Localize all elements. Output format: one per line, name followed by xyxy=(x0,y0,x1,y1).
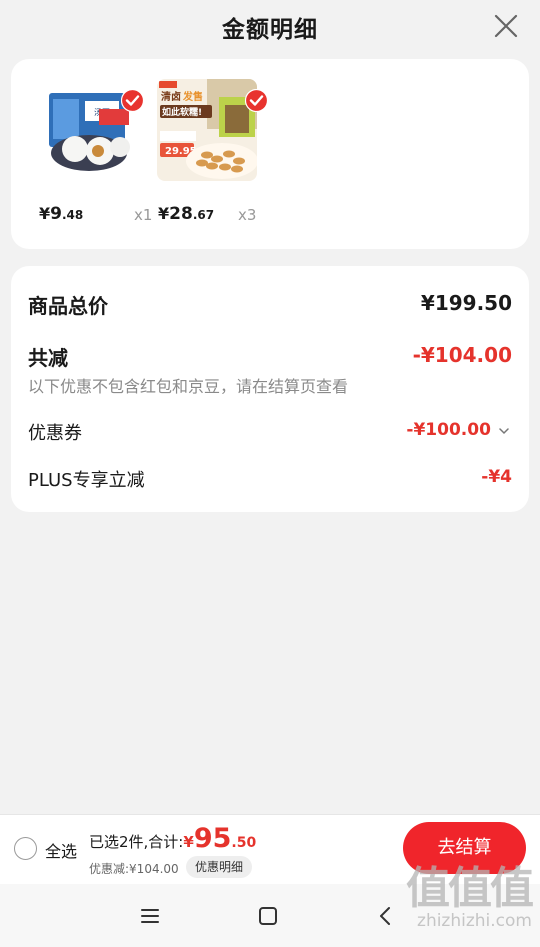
coupon-label[interactable]: 优惠券 xyxy=(28,419,82,445)
selection-summary: 已选2件,合计:¥95.50 xyxy=(89,823,256,854)
total-price-label: 商品总价 xyxy=(28,294,108,318)
image-caption: 清卤 xyxy=(161,90,181,103)
page-title: 金额明细 xyxy=(222,17,318,43)
watermark: 值值值 zhizhizhi.com xyxy=(406,863,534,931)
home-icon[interactable] xyxy=(256,904,280,928)
product-price: ¥28.67 xyxy=(158,204,214,224)
total-integer: 95 xyxy=(193,823,232,854)
price-decimal: .67 xyxy=(192,208,215,222)
image-caption: 发售 xyxy=(182,90,203,103)
header: 金额明细 xyxy=(0,0,540,54)
back-icon[interactable] xyxy=(374,904,398,928)
selected-check-icon[interactable] xyxy=(245,89,268,112)
price-symbol: ¥ xyxy=(39,204,51,223)
discount-value: -¥104.00 xyxy=(412,343,512,367)
discount-detail-button[interactable]: 优惠明细 xyxy=(186,856,253,878)
menu-icon[interactable] xyxy=(138,904,162,928)
discount-label: 共减 xyxy=(28,346,68,370)
chevron-down-icon[interactable] xyxy=(498,426,510,436)
price-integer: 28 xyxy=(169,204,193,224)
summary-prefix: 已选2件,合计: xyxy=(89,833,184,851)
total-price-value: ¥199.50 xyxy=(420,291,512,315)
coupon-value: -¥100.00 xyxy=(406,420,491,440)
watermark-logo: 值值值 xyxy=(406,863,534,914)
select-all-label[interactable]: 全选 xyxy=(45,838,77,862)
cashew-snack-image[interactable]: 清卤 发售 如此软糯! 29.95 xyxy=(157,79,257,181)
price-integer: 9 xyxy=(50,204,62,224)
price-detail-card: 商品总价 ¥199.50 共减 -¥104.00 以下优惠不包含红包和京豆，请在… xyxy=(11,266,529,512)
select-all-radio[interactable] xyxy=(14,837,37,860)
plus-discount-label: PLUS专享立减 xyxy=(28,470,145,491)
product-price: ¥9.48 xyxy=(39,204,83,224)
plus-discount-value: -¥4 xyxy=(481,467,512,487)
total-symbol: ¥ xyxy=(183,833,194,851)
total-decimal: .50 xyxy=(231,835,257,851)
selected-check-icon[interactable] xyxy=(121,89,144,112)
image-caption: 如此软糯! xyxy=(162,106,202,118)
close-icon[interactable] xyxy=(492,12,520,40)
price-decimal: .48 xyxy=(61,208,84,222)
saving-text: 优惠减:¥104.00 xyxy=(89,862,179,876)
products-card: 汤圆 ¥9.48 x1 清卤 xyxy=(11,59,529,249)
watermark-url: zhizhizhi.com xyxy=(417,911,532,931)
product-quantity: x1 xyxy=(134,206,153,224)
product-quantity: x3 xyxy=(238,206,257,224)
discount-note: 以下优惠不包含红包和京豆，请在结算页查看 xyxy=(28,377,349,396)
coupon-row-value[interactable]: -¥100.00 xyxy=(406,420,510,440)
price-symbol: ¥ xyxy=(158,204,170,223)
